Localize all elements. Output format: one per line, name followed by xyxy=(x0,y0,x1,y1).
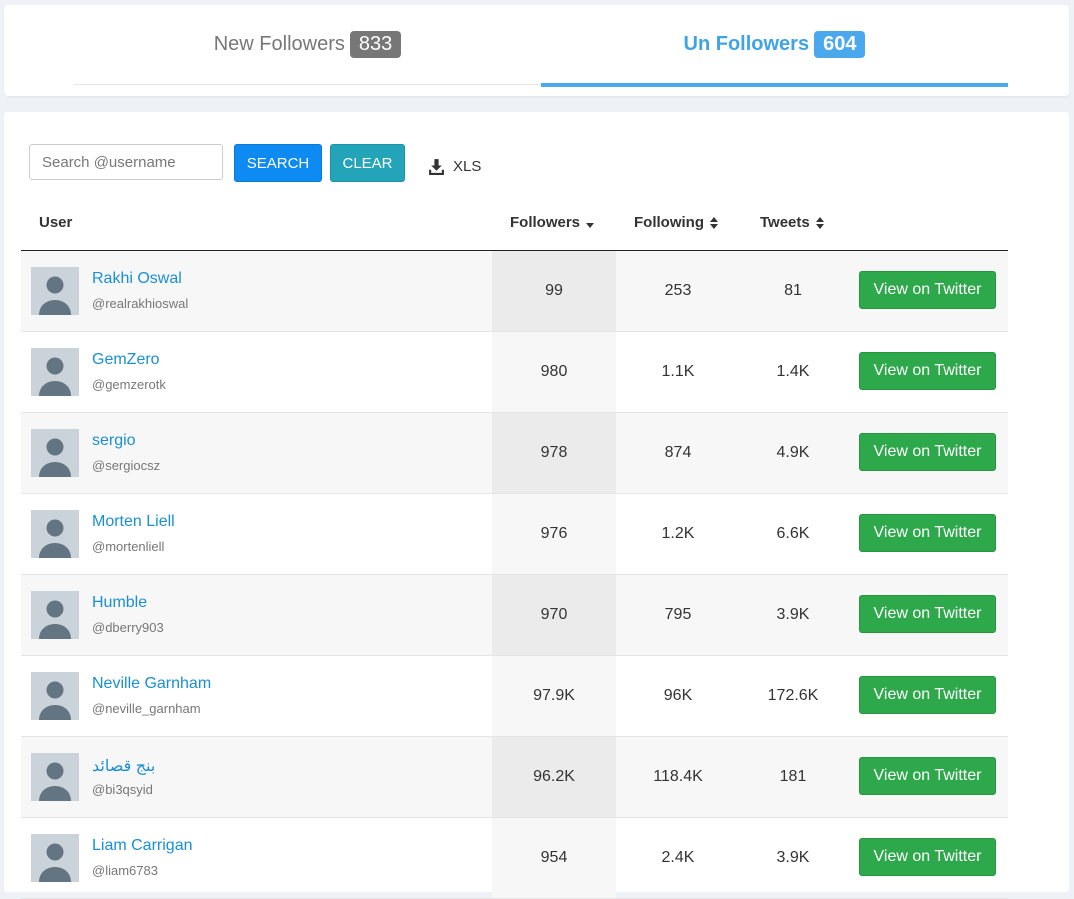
tweets-cell: 181 xyxy=(779,768,807,785)
tweets-cell: 3.9K xyxy=(776,849,810,866)
user-handle: @bi3qsyid xyxy=(92,782,153,797)
avatar xyxy=(31,591,79,639)
user-handle: @gemzerotk xyxy=(92,377,166,392)
tab-un-followers[interactable]: Un Followers 604 xyxy=(541,5,1008,87)
follower-tabs: New Followers 833 Un Followers 604 xyxy=(74,5,1008,87)
following-cell: 795 xyxy=(664,606,692,623)
download-icon xyxy=(429,158,444,175)
unfollowers-panel: SEARCH CLEAR XLS User Followers Followin… xyxy=(4,112,1069,899)
followers-cell: 978 xyxy=(492,413,616,493)
user-handle: @realrakhioswal xyxy=(92,296,189,311)
view-on-twitter-button[interactable]: View on Twitter xyxy=(859,352,996,390)
un-followers-count-badge: 604 xyxy=(814,31,866,58)
tweets-cell: 81 xyxy=(784,282,802,299)
tweets-cell: 6.6K xyxy=(776,525,810,542)
followers-cell: 97.9K xyxy=(492,656,616,736)
table-row: GemZero @gemzerotk 980 1.1K 1.4K View on Twit… xyxy=(21,332,1008,413)
view-on-twitter-button[interactable]: View on Twitter xyxy=(859,514,996,552)
user-name-link[interactable]: sergio xyxy=(92,432,136,450)
followers-cell: 976 xyxy=(492,494,616,574)
tab-un-followers-label: Un Followers xyxy=(683,33,810,55)
column-header-tweets[interactable]: Tweets xyxy=(760,214,825,231)
search-button[interactable]: SEARCH xyxy=(234,144,322,182)
user-name-link[interactable]: Rakhi Oswal xyxy=(92,270,182,288)
tweets-cell: 1.4K xyxy=(776,363,810,380)
table-body: Rakhi Oswal @realrakhioswal 99 253 81 View on… xyxy=(21,251,1008,899)
table-row: Rakhi Oswal @realrakhioswal 99 253 81 View on… xyxy=(21,251,1008,332)
following-cell: 2.4K xyxy=(661,849,695,866)
following-cell: 1.2K xyxy=(661,525,695,542)
tweets-cell: 3.9K xyxy=(776,606,810,623)
avatar xyxy=(31,834,79,882)
following-cell: 1.1K xyxy=(661,363,695,380)
avatar xyxy=(31,672,79,720)
avatar xyxy=(31,348,79,396)
column-header-followers-label: Followers xyxy=(510,214,581,231)
avatar xyxy=(31,753,79,801)
search-input[interactable] xyxy=(29,144,223,180)
column-header-user: User xyxy=(39,214,72,231)
following-cell: 253 xyxy=(664,282,692,299)
following-cell: 96K xyxy=(663,687,693,704)
sort-down-icon xyxy=(586,222,595,228)
unfollowers-table: User Followers Following Tweets Rakhi Os… xyxy=(21,200,1008,899)
avatar xyxy=(31,267,79,315)
column-header-tweets-label: Tweets xyxy=(760,214,810,231)
clear-button[interactable]: CLEAR xyxy=(330,144,405,182)
user-handle: @liam6783 xyxy=(92,863,158,878)
table-row: Neville Garnham @neville_garnham 97.9K 96K 1… xyxy=(21,656,1008,737)
tabs-card: New Followers 833 Un Followers 604 xyxy=(4,5,1069,96)
user-name-link[interactable]: Neville Garnham xyxy=(92,675,211,693)
following-cell: 874 xyxy=(664,444,692,461)
table-row: بنج قصائد @bi3qsyid 96.2K 118.4K 181 View on … xyxy=(21,737,1008,818)
tweets-cell: 4.9K xyxy=(776,444,810,461)
user-name-link[interactable]: GemZero xyxy=(92,351,160,369)
followers-cell: 954 xyxy=(492,818,616,898)
table-row: Liam Carrigan @liam6783 954 2.4K 3.9K View on… xyxy=(21,818,1008,899)
tab-new-followers[interactable]: New Followers 833 xyxy=(74,5,541,84)
avatar xyxy=(31,510,79,558)
column-header-following[interactable]: Following xyxy=(634,214,719,231)
following-cell: 118.4K xyxy=(653,768,703,785)
table-row: sergio @sergiocsz 978 874 4.9K View on Twitte… xyxy=(21,413,1008,494)
view-on-twitter-button[interactable]: View on Twitter xyxy=(859,433,996,471)
tweets-cell: 172.6K xyxy=(767,687,819,704)
view-on-twitter-button[interactable]: View on Twitter xyxy=(859,595,996,633)
column-header-user-label: User xyxy=(39,214,73,231)
table-header: User Followers Following Tweets xyxy=(21,200,1008,251)
user-name-link[interactable]: Humble xyxy=(92,594,147,612)
followers-cell: 96.2K xyxy=(492,737,616,817)
view-on-twitter-button[interactable]: View on Twitter xyxy=(859,271,996,309)
column-header-followers[interactable]: Followers xyxy=(510,214,595,231)
new-followers-count-badge: 833 xyxy=(349,31,402,58)
table-row: Humble @dberry903 970 795 3.9K View on Twitte… xyxy=(21,575,1008,656)
export-xls-label: XLS xyxy=(453,157,482,175)
followers-cell: 970 xyxy=(492,575,616,655)
view-on-twitter-button[interactable]: View on Twitter xyxy=(859,838,996,876)
followers-cell: 980 xyxy=(492,332,616,412)
followers-cell: 99 xyxy=(492,251,616,331)
view-on-twitter-button[interactable]: View on Twitter xyxy=(859,676,996,714)
column-header-following-label: Following xyxy=(634,214,704,231)
view-on-twitter-button[interactable]: View on Twitter xyxy=(859,757,996,795)
user-handle: @dberry903 xyxy=(92,620,164,635)
sort-icon xyxy=(815,216,824,229)
user-handle: @sergiocsz xyxy=(92,458,161,473)
export-xls-button[interactable]: XLS xyxy=(428,154,481,178)
table-row: Morten Liell @mortenliell 976 1.2K 6.6K View … xyxy=(21,494,1008,575)
sort-icon xyxy=(709,216,718,229)
user-name-link[interactable]: بنج قصائد xyxy=(92,756,155,776)
tab-new-followers-label: New Followers xyxy=(213,33,345,55)
user-name-link[interactable]: Morten Liell xyxy=(92,513,175,531)
avatar xyxy=(31,429,79,477)
user-handle: @neville_garnham xyxy=(92,701,201,716)
user-name-link[interactable]: Liam Carrigan xyxy=(92,837,192,855)
user-handle: @mortenliell xyxy=(92,539,165,554)
